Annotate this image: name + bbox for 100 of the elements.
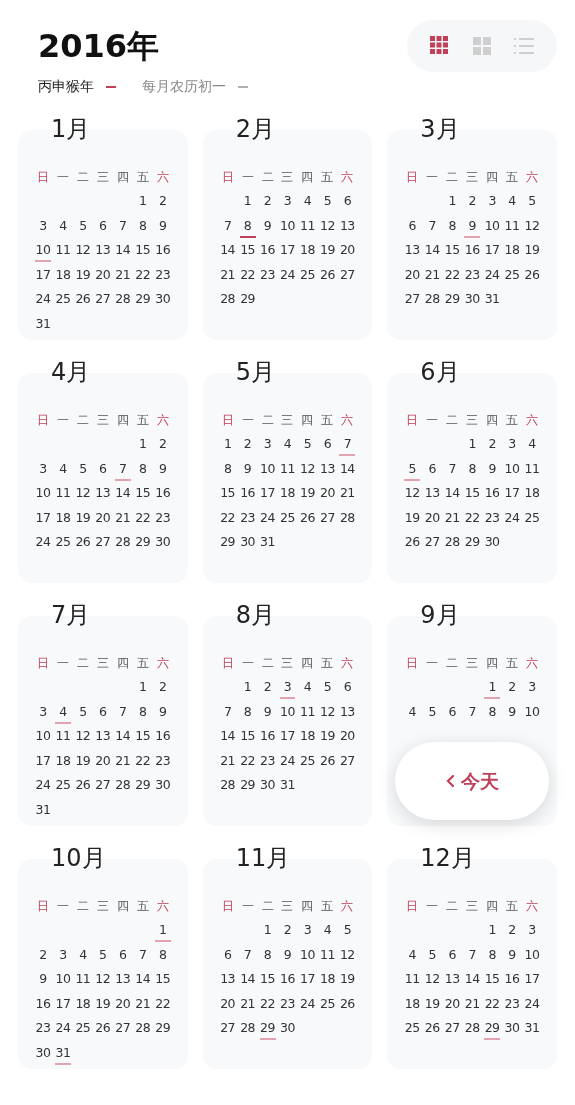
day-number[interactable]: 14 bbox=[464, 970, 480, 989]
day-number[interactable]: 16 bbox=[504, 970, 520, 989]
day-number[interactable]: 18 bbox=[524, 484, 540, 503]
day-number[interactable]: 30 bbox=[280, 1019, 295, 1038]
day-number[interactable]: 17 bbox=[35, 508, 51, 527]
day-number[interactable]: 29 bbox=[484, 1019, 500, 1038]
day-number[interactable]: 10 bbox=[280, 216, 295, 235]
day-number[interactable]: 3 bbox=[39, 459, 47, 478]
day-number[interactable]: 15 bbox=[240, 727, 256, 746]
day-number[interactable]: 9 bbox=[158, 216, 167, 235]
day-number[interactable]: 20 bbox=[95, 508, 111, 527]
day-number[interactable]: 11 bbox=[75, 970, 91, 989]
day-number[interactable]: 5 bbox=[343, 921, 352, 940]
day-number[interactable]: 16 bbox=[155, 241, 171, 260]
day-number[interactable]: 25 bbox=[300, 751, 315, 770]
day-number[interactable]: 17 bbox=[260, 484, 275, 503]
day-number[interactable]: 7 bbox=[468, 702, 476, 721]
day-number[interactable]: 26 bbox=[300, 508, 315, 527]
day-number[interactable]: 15 bbox=[240, 241, 256, 260]
day-number[interactable]: 25 bbox=[55, 776, 71, 795]
day-number[interactable]: 20 bbox=[95, 751, 111, 770]
day-number[interactable]: 27 bbox=[444, 1019, 460, 1038]
day-number[interactable]: 30 bbox=[484, 533, 500, 552]
day-number[interactable]: 4 bbox=[283, 435, 292, 454]
day-number[interactable]: 8 bbox=[488, 702, 496, 721]
day-number[interactable]: 18 bbox=[280, 484, 295, 503]
day-number[interactable]: 20 bbox=[319, 484, 335, 503]
day-number[interactable]: 6 bbox=[119, 945, 127, 964]
day-number[interactable]: 28 bbox=[115, 290, 131, 309]
day-number[interactable]: 7 bbox=[119, 216, 127, 235]
day-number[interactable]: 5 bbox=[99, 945, 107, 964]
day-number[interactable]: 3 bbox=[528, 921, 536, 940]
day-number[interactable]: 15 bbox=[135, 241, 151, 260]
day-number[interactable]: 22 bbox=[135, 751, 151, 770]
day-number[interactable]: 21 bbox=[339, 484, 355, 503]
day-number[interactable]: 12 bbox=[95, 970, 111, 989]
day-number[interactable]: 22 bbox=[464, 508, 480, 527]
day-number[interactable]: 18 bbox=[300, 727, 315, 746]
day-number[interactable]: 3 bbox=[283, 192, 292, 211]
day-number[interactable]: 22 bbox=[240, 751, 256, 770]
day-number[interactable]: 28 bbox=[115, 533, 131, 552]
day-number[interactable]: 6 bbox=[223, 945, 232, 964]
day-number[interactable]: 14 bbox=[424, 241, 440, 260]
day-number[interactable]: 1 bbox=[488, 921, 496, 940]
day-number[interactable]: 9 bbox=[508, 702, 516, 721]
day-number[interactable]: 19 bbox=[95, 994, 111, 1013]
day-number[interactable]: 14 bbox=[220, 241, 236, 260]
day-number[interactable]: 21 bbox=[240, 994, 256, 1013]
grid-view-button[interactable] bbox=[429, 35, 451, 57]
tile-view-button[interactable] bbox=[471, 35, 493, 57]
day-number[interactable]: 2 bbox=[263, 192, 272, 211]
day-number[interactable]: 19 bbox=[319, 727, 335, 746]
day-number[interactable]: 28 bbox=[135, 1019, 151, 1038]
day-number[interactable]: 6 bbox=[99, 459, 107, 478]
day-number[interactable]: 24 bbox=[35, 776, 51, 795]
day-number[interactable]: 1 bbox=[488, 678, 496, 697]
day-number[interactable]: 29 bbox=[260, 1019, 275, 1038]
day-number[interactable]: 9 bbox=[508, 945, 516, 964]
day-number[interactable]: 23 bbox=[260, 751, 275, 770]
day-number[interactable]: 5 bbox=[303, 435, 312, 454]
day-number[interactable]: 22 bbox=[240, 265, 256, 284]
day-number[interactable]: 4 bbox=[59, 216, 67, 235]
day-number[interactable]: 24 bbox=[300, 994, 315, 1013]
day-number[interactable]: 30 bbox=[504, 1019, 520, 1038]
day-number[interactable]: 7 bbox=[428, 216, 436, 235]
day-number[interactable]: 14 bbox=[115, 241, 131, 260]
day-number[interactable]: 18 bbox=[55, 751, 71, 770]
day-number[interactable]: 9 bbox=[243, 459, 252, 478]
day-number[interactable]: 12 bbox=[75, 241, 91, 260]
day-number[interactable]: 18 bbox=[404, 994, 420, 1013]
day-number[interactable]: 5 bbox=[79, 702, 87, 721]
day-number[interactable]: 4 bbox=[408, 702, 417, 721]
day-number[interactable]: 7 bbox=[119, 702, 127, 721]
day-number[interactable]: 15 bbox=[444, 241, 460, 260]
day-number[interactable]: 17 bbox=[300, 970, 315, 989]
today-button[interactable]: 今天 bbox=[395, 742, 550, 820]
day-number[interactable]: 12 bbox=[300, 459, 315, 478]
day-number[interactable]: 3 bbox=[263, 435, 272, 454]
day-number[interactable]: 3 bbox=[508, 435, 516, 454]
day-number[interactable]: 14 bbox=[339, 459, 355, 478]
day-number[interactable]: 23 bbox=[155, 265, 171, 284]
day-number[interactable]: 3 bbox=[59, 945, 67, 964]
day-number[interactable]: 8 bbox=[488, 945, 496, 964]
day-number[interactable]: 11 bbox=[524, 459, 540, 478]
day-number[interactable]: 24 bbox=[260, 508, 275, 527]
day-number[interactable]: 23 bbox=[280, 994, 295, 1013]
day-number[interactable]: 19 bbox=[524, 241, 540, 260]
day-number[interactable]: 13 bbox=[404, 241, 420, 260]
day-number[interactable]: 31 bbox=[280, 776, 295, 795]
day-number[interactable]: 16 bbox=[464, 241, 480, 260]
day-number[interactable]: 16 bbox=[260, 727, 275, 746]
day-number[interactable]: 26 bbox=[424, 1019, 440, 1038]
day-number[interactable]: 6 bbox=[428, 459, 436, 478]
day-number[interactable]: 19 bbox=[339, 970, 355, 989]
day-number[interactable]: 3 bbox=[488, 192, 496, 211]
day-number[interactable]: 3 bbox=[528, 678, 536, 697]
day-number[interactable]: 21 bbox=[444, 508, 460, 527]
day-number[interactable]: 8 bbox=[139, 459, 147, 478]
day-number[interactable]: 12 bbox=[319, 702, 335, 721]
day-number[interactable]: 19 bbox=[404, 508, 420, 527]
